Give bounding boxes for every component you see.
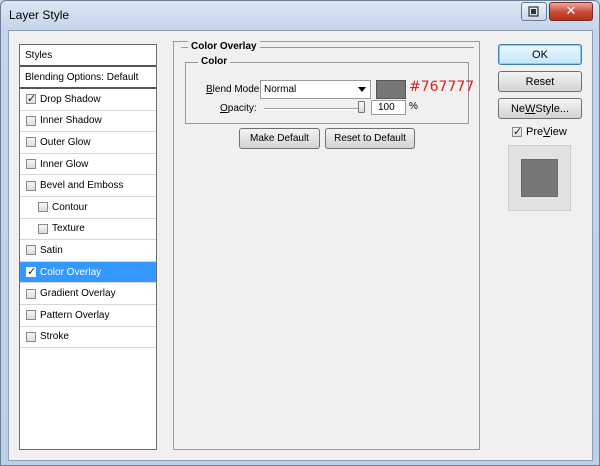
opacity-slider-track[interactable] bbox=[264, 108, 364, 110]
style-checkbox[interactable] bbox=[26, 310, 36, 321]
preview-label: PreView bbox=[526, 126, 567, 138]
styles-list: Styles Blending Options: Default Drop Sh… bbox=[19, 44, 157, 450]
opacity-label: Opacity: bbox=[220, 103, 257, 114]
style-item-color-overlay[interactable]: Color Overlay bbox=[20, 261, 156, 284]
hex-annotation: #767777 bbox=[409, 79, 475, 95]
style-item-label: Inner Shadow bbox=[40, 115, 102, 127]
style-item-label: Outer Glow bbox=[40, 136, 91, 148]
style-checkbox[interactable] bbox=[38, 223, 48, 234]
make-default-button[interactable]: Make Default bbox=[239, 128, 320, 149]
reset-to-default-button[interactable]: Reset to Default bbox=[325, 128, 415, 149]
preview-toggle[interactable]: PreView bbox=[512, 125, 567, 138]
chevron-down-icon bbox=[358, 87, 366, 92]
styles-header[interactable]: Styles bbox=[20, 45, 156, 67]
close-button[interactable]: ✕ bbox=[549, 2, 593, 21]
style-item-drop-shadow[interactable]: Drop Shadow bbox=[20, 89, 156, 111]
blend-mode-value: Normal bbox=[264, 84, 297, 95]
style-item-contour[interactable]: Contour bbox=[20, 197, 156, 219]
style-checkbox[interactable] bbox=[38, 202, 48, 213]
style-item-gradient-overlay[interactable]: Gradient Overlay bbox=[20, 283, 156, 305]
blend-mode-select[interactable]: Normal bbox=[260, 80, 371, 99]
style-checkbox[interactable] bbox=[26, 137, 36, 148]
style-checkbox[interactable] bbox=[26, 288, 36, 299]
blending-options-item[interactable]: Blending Options: Default bbox=[20, 67, 156, 89]
color-overlay-panel: Color Overlay Color Blend Mode: Normal #… bbox=[173, 41, 480, 450]
new-style-button[interactable]: Ne W Style... bbox=[498, 98, 582, 119]
dialog-client-area: Styles Blending Options: Default Drop Sh… bbox=[8, 30, 593, 461]
style-item-label: Bevel and Emboss bbox=[40, 180, 124, 192]
style-item-stroke[interactable]: Stroke bbox=[20, 327, 156, 349]
style-item-label: Texture bbox=[52, 223, 85, 235]
help-button[interactable] bbox=[521, 2, 547, 21]
style-item-label: Contour bbox=[52, 201, 88, 213]
opacity-slider-thumb[interactable] bbox=[358, 101, 365, 113]
help-icon bbox=[528, 5, 539, 17]
reset-button[interactable]: Reset bbox=[498, 71, 582, 92]
style-checkbox[interactable] bbox=[26, 180, 36, 191]
style-item-label: Gradient Overlay bbox=[40, 288, 116, 300]
style-item-bevel-and-emboss[interactable]: Bevel and Emboss bbox=[20, 175, 156, 197]
style-checkbox[interactable] bbox=[26, 115, 36, 126]
style-checkbox[interactable] bbox=[26, 92, 36, 105]
opacity-unit: % bbox=[409, 101, 418, 112]
style-checkbox[interactable] bbox=[26, 265, 36, 278]
style-checkbox[interactable] bbox=[26, 331, 36, 342]
style-item-texture[interactable]: Texture bbox=[20, 219, 156, 241]
ok-button[interactable]: OK bbox=[498, 44, 582, 65]
style-checkbox[interactable] bbox=[26, 159, 36, 170]
style-item-pattern-overlay[interactable]: Pattern Overlay bbox=[20, 305, 156, 327]
style-item-label: Drop Shadow bbox=[40, 93, 101, 105]
style-item-label: Satin bbox=[40, 244, 63, 256]
style-item-label: Pattern Overlay bbox=[40, 309, 110, 321]
window-title: Layer Style bbox=[9, 8, 70, 22]
style-item-label: Stroke bbox=[40, 331, 69, 343]
style-item-outer-glow[interactable]: Outer Glow bbox=[20, 132, 156, 154]
preview-thumbnail bbox=[508, 145, 571, 211]
style-checkbox[interactable] bbox=[26, 245, 36, 256]
style-item-inner-glow[interactable]: Inner Glow bbox=[20, 154, 156, 176]
close-icon: ✕ bbox=[565, 4, 577, 19]
title-bar[interactable]: Layer Style ✕ bbox=[1, 1, 599, 29]
preview-checkbox[interactable] bbox=[512, 125, 522, 138]
color-group-title: Color bbox=[198, 56, 231, 67]
preview-swatch bbox=[521, 159, 558, 197]
style-item-inner-shadow[interactable]: Inner Shadow bbox=[20, 111, 156, 133]
style-item-label: Color Overlay bbox=[40, 266, 102, 278]
blend-mode-label: Blend Mode: bbox=[206, 84, 263, 95]
style-item-satin[interactable]: Satin bbox=[20, 240, 156, 262]
color-swatch[interactable] bbox=[376, 80, 406, 99]
layer-style-window: Layer Style ✕ Styles Blending Options: D… bbox=[0, 0, 600, 466]
section-title: Color Overlay bbox=[188, 41, 260, 52]
style-item-label: Inner Glow bbox=[40, 158, 89, 170]
opacity-input[interactable]: 100 bbox=[371, 100, 406, 115]
